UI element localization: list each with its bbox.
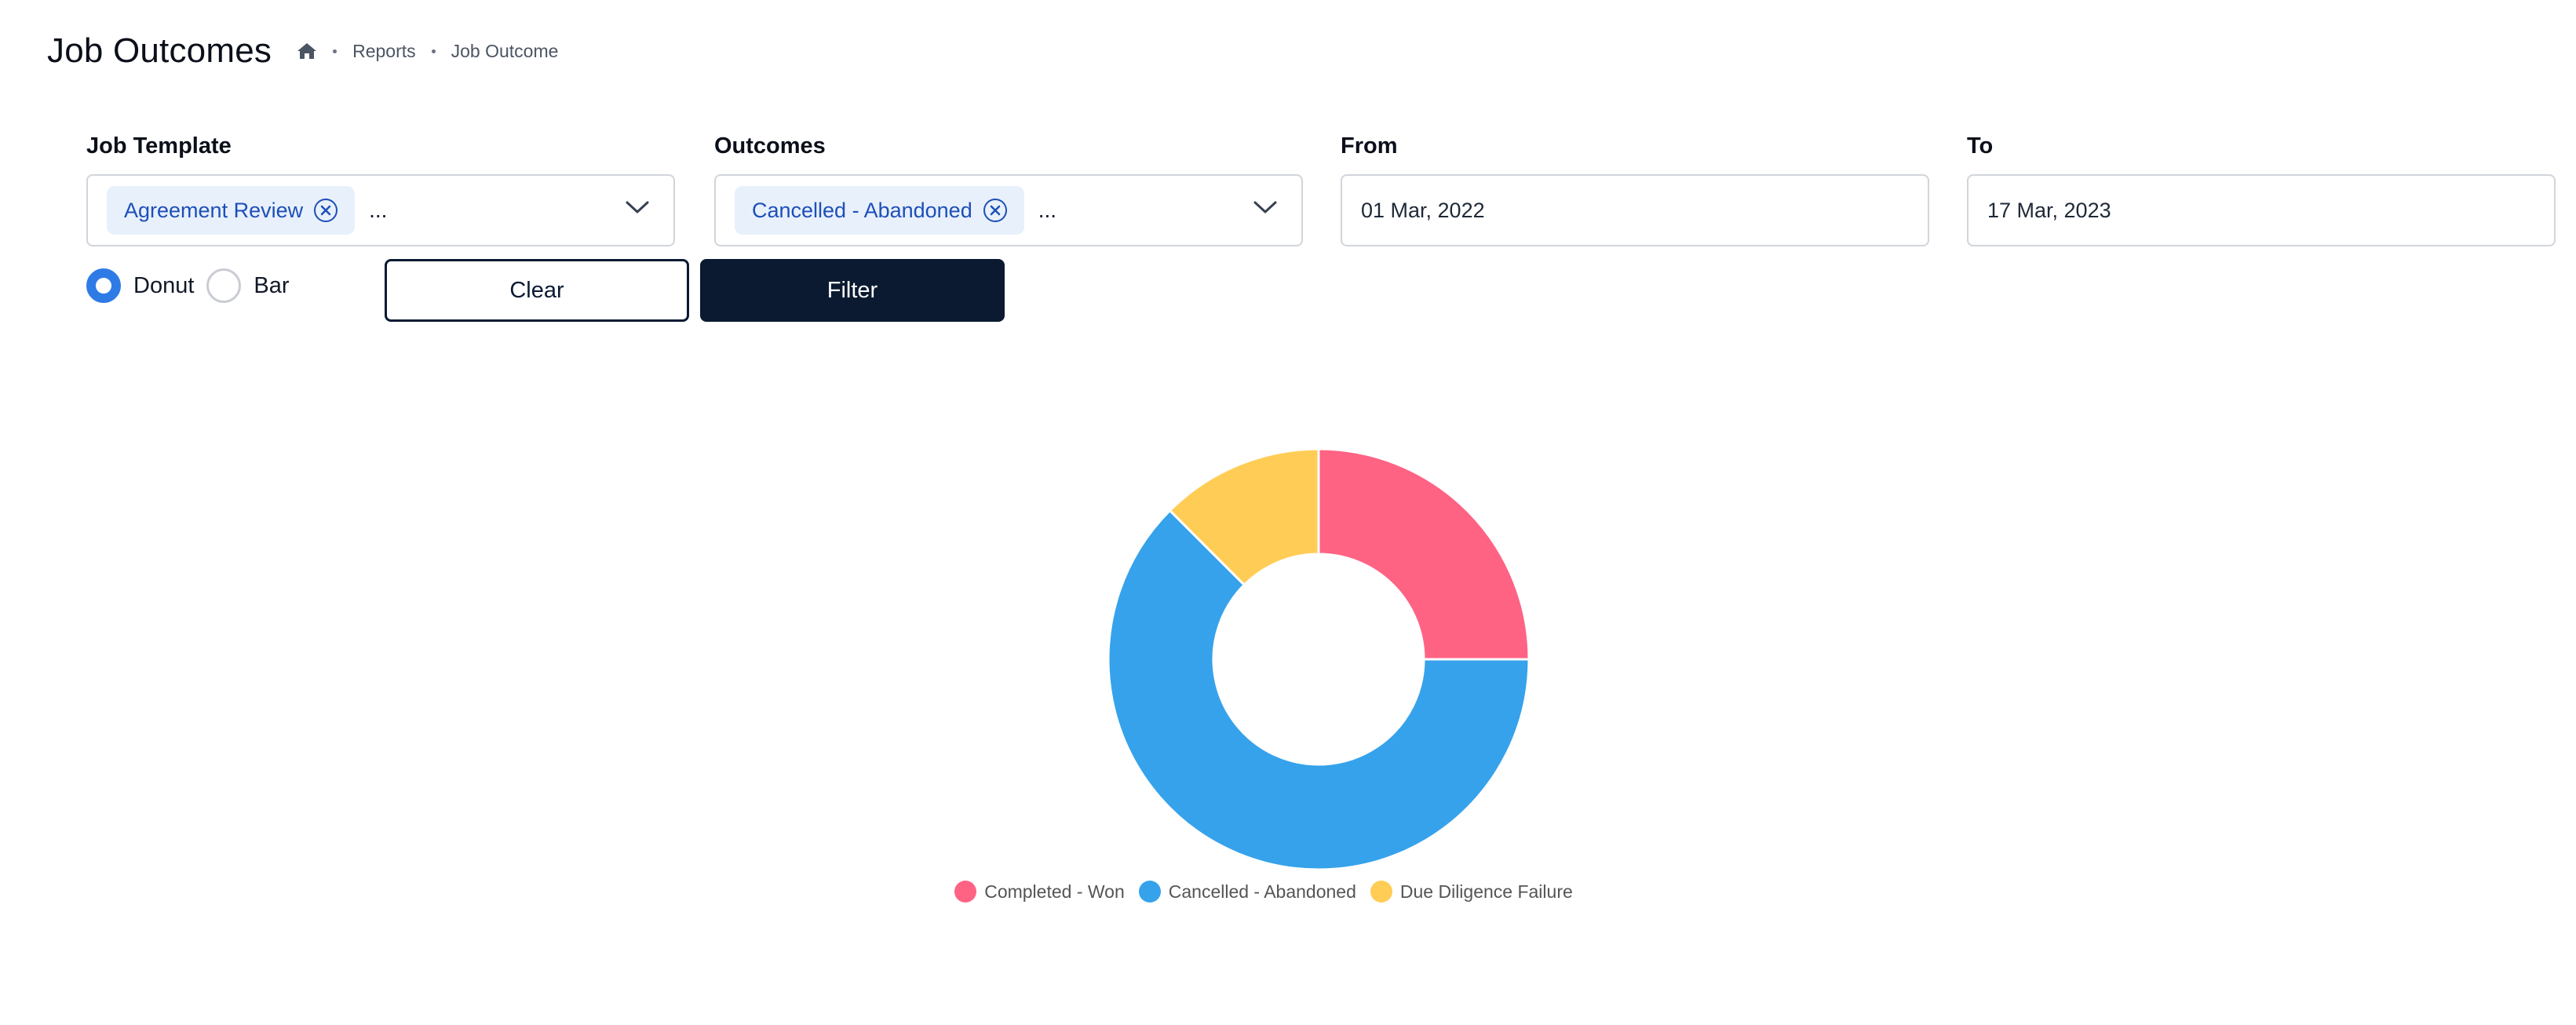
job-template-label: Job Template — [86, 133, 232, 159]
legend-label: Cancelled - Abandoned — [1168, 881, 1356, 902]
breadcrumb: Reports Job Outcome — [297, 41, 558, 62]
filter-button[interactable]: Filter — [700, 259, 1005, 322]
from-field: From 01 Mar, 2022 — [1341, 132, 1929, 246]
chevron-down-icon[interactable] — [1253, 199, 1278, 219]
from-date-input[interactable]: 01 Mar, 2022 — [1341, 174, 1929, 246]
to-date-value: 17 Mar, 2023 — [1987, 198, 2111, 222]
legend-label: Completed - Won — [984, 881, 1125, 902]
job-template-select[interactable]: Agreement Review ... — [86, 174, 675, 246]
from-label: From — [1341, 133, 1398, 159]
filter-bar: Job Template Agreement Review ... Outcom… — [86, 132, 2559, 250]
legend-label: Due Diligence Failure — [1399, 881, 1573, 902]
breadcrumb-separator — [431, 49, 436, 53]
chart-legend: Completed - Won Cancelled - Abandoned Due … — [0, 881, 2576, 903]
chart-type-radio-group: Donut Bar — [86, 267, 302, 305]
from-date-value: 01 Mar, 2022 — [1361, 198, 1485, 222]
legend-swatch — [954, 881, 977, 903]
outcomes-more: ... — [1038, 198, 1057, 222]
bar-radio[interactable] — [206, 268, 242, 303]
outcomes-chip: Cancelled - Abandoned — [735, 186, 1024, 235]
job-template-field: Job Template Agreement Review ... — [86, 132, 675, 246]
donut-radio-label[interactable]: Donut — [133, 273, 194, 299]
legend-item[interactable]: Cancelled - Abandoned — [1138, 881, 1356, 903]
donut-chart-svg — [1107, 447, 1531, 871]
breadcrumb-separator — [333, 49, 338, 53]
home-icon[interactable] — [297, 42, 317, 60]
legend-swatch — [1138, 881, 1161, 903]
chevron-down-icon[interactable] — [625, 199, 650, 219]
breadcrumb-item-reports[interactable]: Reports — [352, 41, 416, 62]
donut-chart — [1099, 440, 1538, 879]
to-date-input[interactable]: 17 Mar, 2023 — [1967, 174, 2556, 246]
donut-slice-completed-won[interactable] — [1317, 447, 1531, 661]
chip-remove-icon[interactable] — [983, 199, 1007, 222]
job-template-chip-label: Agreement Review — [124, 198, 304, 222]
chart-controls: Donut Bar Clear Filter — [86, 259, 1028, 323]
outcomes-label: Outcomes — [714, 133, 826, 159]
to-label: To — [1967, 133, 1994, 159]
outcomes-chip-label: Cancelled - Abandoned — [752, 198, 972, 222]
donut-radio[interactable] — [86, 268, 121, 303]
page-header: Job Outcomes Reports Job Outcome — [47, 24, 558, 78]
job-template-more: ... — [369, 198, 388, 222]
legend-swatch — [1370, 881, 1392, 903]
legend-item[interactable]: Due Diligence Failure — [1370, 881, 1573, 903]
outcomes-select[interactable]: Cancelled - Abandoned ... — [714, 174, 1303, 246]
job-template-chip: Agreement Review — [107, 186, 356, 235]
chart-legend-items: Completed - Won Cancelled - Abandoned Due … — [954, 881, 1587, 903]
legend-item[interactable]: Completed - Won — [954, 881, 1125, 903]
page-title: Job Outcomes — [47, 31, 272, 70]
to-field: To 17 Mar, 2023 — [1967, 132, 2556, 246]
clear-button[interactable]: Clear — [385, 259, 689, 322]
chip-remove-icon[interactable] — [314, 199, 338, 222]
outcomes-field: Outcomes Cancelled - Abandoned ... — [714, 132, 1303, 246]
bar-radio-label[interactable]: Bar — [254, 273, 289, 299]
breadcrumb-item-job-outcome: Job Outcome — [451, 40, 559, 61]
